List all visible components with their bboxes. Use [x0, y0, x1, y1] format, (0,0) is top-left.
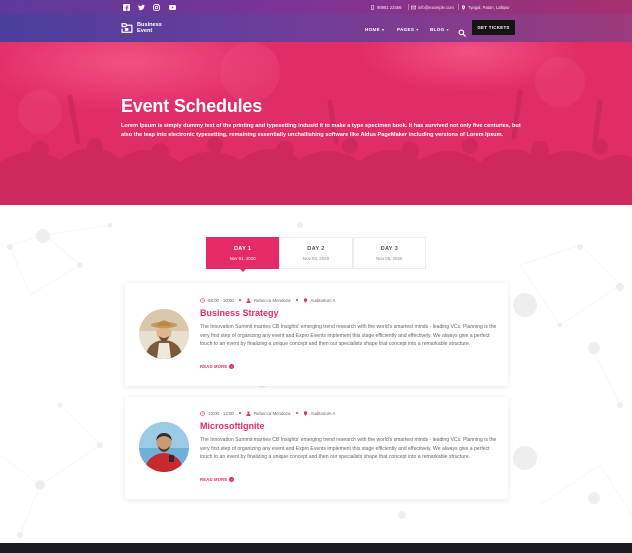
hero-description: Lorem Ipsum is simply dummy text of the …	[121, 123, 521, 139]
logo-icon	[121, 23, 133, 33]
phone-number: 98981 23456	[377, 4, 402, 10]
address-info: Tyagal, Patan, Lalitpur	[461, 3, 510, 11]
get-tickets-button[interactable]: GET TICKETS	[472, 20, 515, 35]
map-pin-icon	[303, 297, 307, 303]
session-time: 10:00 - 13:00	[208, 410, 234, 416]
chevron-down-icon: ▾	[416, 26, 419, 32]
chevron-down-icon: ▾	[446, 26, 449, 32]
user-icon	[246, 410, 251, 416]
mail-icon	[411, 5, 416, 9]
session-title[interactable]: MicrosoftIgnite	[200, 421, 265, 431]
separator-dot	[295, 299, 298, 301]
map-pin-icon	[461, 4, 466, 10]
tab-date: Nov 05, 2020	[376, 255, 403, 261]
clock-icon	[200, 297, 205, 303]
separator-dot	[238, 299, 241, 301]
tab-day-1[interactable]: DAY 1 Nov 01, 2020	[206, 237, 280, 272]
footer	[0, 543, 632, 553]
email-info[interactable]: info@example.com	[411, 3, 454, 11]
tab-date: Nov 01, 2020	[229, 255, 256, 261]
instagram-icon[interactable]	[152, 3, 160, 11]
speaker-avatar	[139, 309, 189, 359]
user-icon	[246, 297, 251, 303]
tab-day-label: DAY 2	[307, 245, 325, 252]
hero-banner: Event Schedules Lorem Ipsum is simply du…	[0, 42, 632, 205]
session-time: 08:00 - 10:00	[208, 297, 234, 303]
youtube-icon[interactable]	[168, 3, 176, 11]
email-address: info@example.com	[418, 4, 454, 10]
menu-label: BLOG	[430, 26, 445, 32]
read-more-link[interactable]: READ MORE ›	[200, 364, 235, 369]
day-tabs: DAY 1 Nov 01, 2020 DAY 2 Nov 03, 2020 DA…	[206, 237, 426, 272]
tab-day-2[interactable]: DAY 2 Nov 03, 2020	[279, 237, 353, 269]
page-title: Event Schedules	[121, 96, 263, 116]
tab-day-3[interactable]: DAY 3 Nov 05, 2020	[352, 237, 426, 269]
session-meta: 08:00 - 10:00 Rebecca Mendoza Auditorium…	[200, 296, 335, 304]
facebook-icon[interactable]	[122, 3, 130, 11]
menu-item-home[interactable]: HOME ▾	[365, 25, 384, 33]
tab-day-label: DAY 1	[233, 245, 252, 252]
arrow-right-icon: ›	[229, 477, 235, 482]
menu-item-pages[interactable]: PAGES ▾	[397, 25, 419, 33]
session-meta: 10:00 - 13:00 Rebecca Mendoza Auditorium…	[200, 409, 335, 417]
session-title[interactable]: Business Strategy	[200, 308, 279, 318]
read-more-label: READ MORE	[200, 364, 228, 369]
address-text: Tyagal, Patan, Lalitpur	[468, 4, 510, 10]
menu-label: PAGES	[397, 26, 415, 32]
read-more-link[interactable]: READ MORE ›	[200, 477, 235, 482]
menu-item-blog[interactable]: BLOG ▾	[430, 25, 449, 33]
phone-info: 98981 23456	[370, 3, 401, 11]
read-more-label: READ MORE	[200, 477, 228, 482]
session-location: Auditorium A	[310, 297, 336, 303]
session-location: Auditorium A	[310, 410, 336, 416]
site-logo[interactable]: Business Event	[120, 20, 162, 36]
session-description: The Innovation Summit marries CB Insight…	[200, 324, 497, 348]
arrow-right-icon: ›	[229, 364, 235, 369]
twitter-icon[interactable]	[137, 3, 145, 11]
session-card: 08:00 - 10:00 Rebecca Mendoza Auditorium…	[125, 283, 508, 386]
main-nav	[0, 14, 632, 42]
phone-icon	[371, 4, 374, 10]
divider	[408, 4, 409, 10]
clock-icon	[200, 410, 205, 416]
speaker-avatar	[139, 422, 189, 472]
divider	[458, 4, 459, 10]
logo-line-2: Event	[137, 28, 153, 34]
session-card: 10:00 - 13:00 Rebecca Mendoza Auditorium…	[125, 397, 508, 499]
top-bar: 98981 23456 info@example.com Tyagal, Pat…	[0, 0, 632, 14]
chevron-down-icon: ▾	[381, 26, 385, 32]
tab-day-label: DAY 3	[380, 245, 398, 252]
speaker-name: Rebecca Mendoza	[253, 297, 291, 303]
speaker-name: Rebecca Mendoza	[253, 410, 291, 416]
separator-dot	[295, 412, 298, 414]
separator-dot	[238, 412, 241, 414]
map-pin-icon	[303, 410, 307, 416]
menu-label: HOME	[365, 26, 380, 32]
search-icon[interactable]	[458, 24, 466, 37]
session-description: The Innovation Summit marries CB Insight…	[200, 437, 497, 461]
tab-date: Nov 03, 2020	[302, 255, 330, 261]
